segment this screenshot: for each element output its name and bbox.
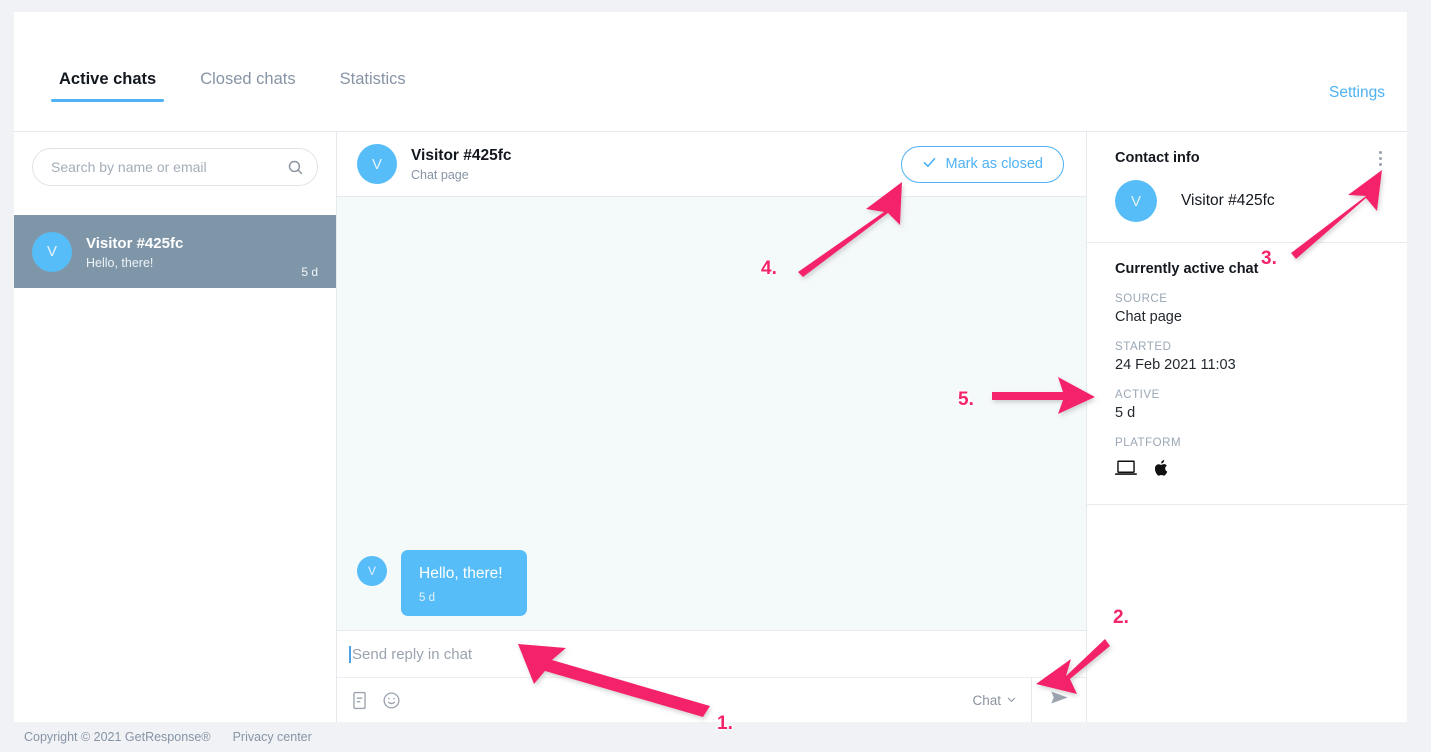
app-root: Active chats Closed chats Statistics Set… [0,0,1431,752]
contact-avatar: V [1115,180,1157,222]
list-item-snippet: Hello, there! [86,255,154,270]
mark-as-closed-label: Mark as closed [945,156,1043,172]
canned-response-icon[interactable] [351,691,368,710]
reply-input-placeholder: Send reply in chat [352,645,473,663]
field-value-source: Chat page [1115,309,1182,325]
tab-active-chats-label: Active chats [59,70,157,88]
channel-select-label: Chat [972,692,1001,708]
reply-toolbar: Chat [337,678,1086,722]
reply-input[interactable]: Send reply in chat [337,631,1086,678]
message-text: Hello, there! [419,565,503,582]
chat-header-name: Visitor #425fc [411,147,512,164]
tab-active-chats[interactable]: Active chats [51,70,165,102]
list-item[interactable]: V Visitor #425fc Hello, there! 5 d [14,215,336,288]
reply-zone: Send reply in chat Chat [337,630,1086,722]
platform-icon-row [1115,459,1379,482]
send-button[interactable] [1031,678,1086,722]
contact-info-header: Contact info V Visitor #425fc [1087,132,1407,243]
kebab-menu-icon[interactable] [1376,148,1385,169]
search-icon[interactable] [287,159,304,181]
field-value-started: 24 Feb 2021 11:03 [1115,357,1236,373]
settings-link[interactable]: Settings [1329,84,1385,102]
tab-statistics-label: Statistics [339,70,406,88]
chat-header-text: Visitor #425fc Chat page [411,146,901,182]
tab-closed-chats[interactable]: Closed chats [192,70,303,102]
check-icon [922,155,937,174]
tab-closed-chats-label: Closed chats [200,70,296,88]
message-row: V Hello, there! 5 d [357,550,1066,616]
field-value-active: 5 d [1115,405,1136,421]
message-avatar: V [357,556,387,586]
list-item-name: Visitor #425fc [86,234,184,252]
field-label-active: ACTIVE [1115,389,1160,401]
text-caret [349,645,351,663]
contact-person: V Visitor #425fc [1115,180,1379,222]
tab-statistics[interactable]: Statistics [332,70,414,102]
emoji-icon[interactable] [382,691,401,710]
laptop-icon [1115,459,1137,482]
contact-info-title: Contact info [1115,150,1200,166]
search-box[interactable] [32,148,318,186]
chat-header-avatar: V [357,144,397,184]
message-bubble: Hello, there! 5 d [401,550,527,616]
app-card: Active chats Closed chats Statistics Set… [14,12,1407,722]
field-label-source: SOURCE [1115,293,1168,305]
conversation-list-panel: V Visitor #425fc Hello, there! 5 d [14,132,337,722]
mark-as-closed-button[interactable]: Mark as closed [901,145,1064,183]
list-item-text: Visitor #425fc Hello, there! [86,234,301,270]
field-label-started: STARTED [1115,341,1172,353]
chevron-down-icon [1006,693,1017,708]
apple-icon [1154,459,1170,482]
chat-header-source: Chat page [411,168,469,182]
field-label-platform: PLATFORM [1115,437,1182,449]
avatar: V [32,231,72,272]
active-chat-section: Currently active chat SOURCE Chat page S… [1087,243,1407,505]
message-time: 5 d [419,592,435,604]
top-tab-bar: Active chats Closed chats Statistics Set… [14,12,1407,132]
footer-copyright: Copyright © 2021 GetResponse® [24,730,211,744]
search-input[interactable] [49,158,301,176]
list-item-time: 5 d [301,265,318,279]
tab-list: Active chats Closed chats Statistics [51,70,414,102]
footer-privacy-link[interactable]: Privacy center [233,730,312,744]
contact-info-panel: Contact info V Visitor #425fc Currently … [1087,132,1407,722]
chat-panel: V Visitor #425fc Chat page Mark as close… [337,132,1087,722]
contact-name: Visitor #425fc [1181,192,1275,209]
search-wrapper [14,132,336,186]
send-icon [1049,687,1070,713]
page-footer: Copyright © 2021 GetResponse® Privacy ce… [0,722,1431,752]
active-chat-title: Currently active chat [1115,261,1259,277]
message-area: V Hello, there! 5 d [337,197,1086,630]
chat-header: V Visitor #425fc Chat page Mark as close… [337,132,1086,197]
body-row: V Visitor #425fc Hello, there! 5 d V Vis… [14,132,1407,722]
channel-select[interactable]: Chat [972,693,1031,708]
